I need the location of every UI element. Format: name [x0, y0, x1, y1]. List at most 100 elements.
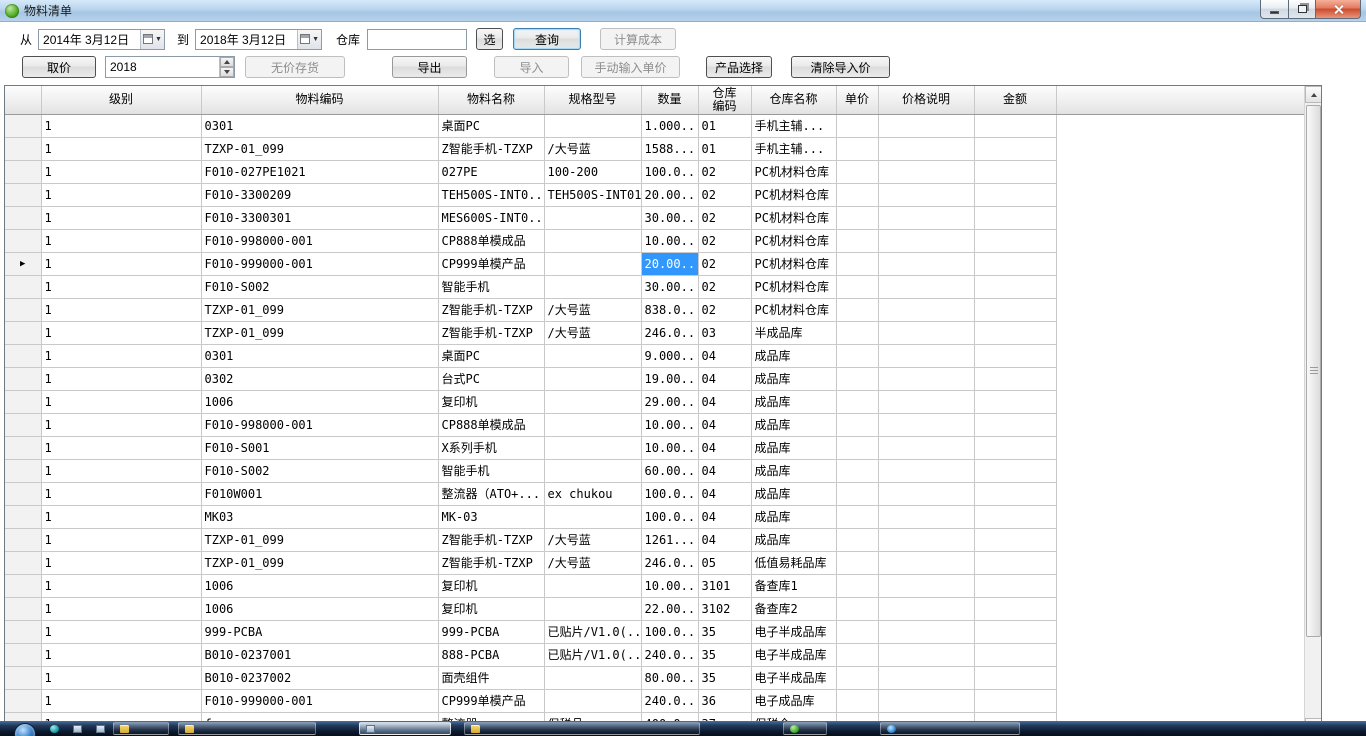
grid-cell[interactable]: PC机材料仓库: [751, 298, 836, 321]
grid-cell[interactable]: 0301: [201, 114, 438, 137]
row-indicator[interactable]: [5, 551, 41, 574]
calc-cost-button[interactable]: 计算成本: [600, 28, 676, 50]
grid-cell[interactable]: 35: [698, 643, 751, 666]
header-warehouse-code[interactable]: 仓库编码: [698, 86, 751, 114]
grid-cell[interactable]: 备查库2: [751, 597, 836, 620]
grid-cell[interactable]: [544, 666, 641, 689]
grid-cell[interactable]: 复印机: [438, 390, 544, 413]
taskbar-button-active[interactable]: [359, 722, 451, 735]
grid-cell[interactable]: [544, 505, 641, 528]
grid-cell[interactable]: [836, 275, 878, 298]
grid-cell[interactable]: [544, 413, 641, 436]
grid-cell[interactable]: [974, 482, 1056, 505]
taskbar-button[interactable]: [90, 722, 110, 735]
grid-cell[interactable]: 30.00...: [641, 275, 698, 298]
from-date-calendar-button[interactable]: ▼: [140, 30, 164, 49]
grid-cell[interactable]: 246.0...: [641, 551, 698, 574]
grid-cell[interactable]: 1: [41, 666, 201, 689]
taskbar-button[interactable]: [113, 722, 169, 735]
grid-cell[interactable]: [878, 367, 974, 390]
grid-cell[interactable]: 100.0...: [641, 160, 698, 183]
taskbar-button[interactable]: [783, 722, 827, 735]
row-indicator[interactable]: [5, 574, 41, 597]
row-indicator[interactable]: [5, 390, 41, 413]
grid-cell[interactable]: /大号蓝: [544, 528, 641, 551]
grid-cell[interactable]: 01: [698, 114, 751, 137]
row-indicator[interactable]: [5, 321, 41, 344]
pick-warehouse-button[interactable]: 选: [476, 28, 503, 50]
grid-cell[interactable]: 智能手机: [438, 275, 544, 298]
grid-cell[interactable]: [544, 206, 641, 229]
grid-cell[interactable]: 100-200: [544, 160, 641, 183]
grid-cell[interactable]: 整流器（ATO+...: [438, 482, 544, 505]
grid-cell[interactable]: 04: [698, 436, 751, 459]
row-indicator[interactable]: [5, 597, 41, 620]
grid-cell[interactable]: 电子成品库: [751, 689, 836, 712]
row-indicator[interactable]: [5, 367, 41, 390]
grid-cell[interactable]: 低值易耗品库: [751, 551, 836, 574]
grid-cell[interactable]: [836, 551, 878, 574]
row-indicator[interactable]: [5, 689, 41, 712]
grid-cell[interactable]: 成品库: [751, 413, 836, 436]
grid-cell[interactable]: [836, 505, 878, 528]
grid-cell[interactable]: [836, 436, 878, 459]
grid-cell[interactable]: F010-998000-001: [201, 413, 438, 436]
header-quantity[interactable]: 数量: [641, 86, 698, 114]
grid-cell[interactable]: [836, 528, 878, 551]
grid-cell[interactable]: 手机主辅...: [751, 114, 836, 137]
vertical-scrollbar[interactable]: [1304, 86, 1321, 735]
taskbar-button[interactable]: [44, 722, 64, 735]
grid-cell[interactable]: F010-3300301: [201, 206, 438, 229]
grid-cell[interactable]: 备查库1: [751, 574, 836, 597]
product-select-button[interactable]: 产品选择: [706, 56, 772, 78]
grid-cell[interactable]: [836, 482, 878, 505]
grid-cell[interactable]: [974, 390, 1056, 413]
grid-cell[interactable]: [878, 321, 974, 344]
grid-cell[interactable]: 台式PC: [438, 367, 544, 390]
grid-cell[interactable]: 1: [41, 436, 201, 459]
no-price-stock-button[interactable]: 无价存货: [245, 56, 345, 78]
scrollbar-thumb[interactable]: [1306, 105, 1321, 637]
grid-cell[interactable]: [836, 666, 878, 689]
grid-cell[interactable]: [878, 436, 974, 459]
grid-cell[interactable]: 成品库: [751, 505, 836, 528]
grid-cell[interactable]: 1006: [201, 390, 438, 413]
to-date-calendar-button[interactable]: ▼: [297, 30, 321, 49]
grid-cell[interactable]: [878, 620, 974, 643]
grid-cell[interactable]: 1: [41, 390, 201, 413]
taskbar-button[interactable]: [880, 722, 1020, 735]
grid-cell[interactable]: 04: [698, 390, 751, 413]
clear-import-price-button[interactable]: 清除导入价: [791, 56, 890, 78]
header-material-code[interactable]: 物料编码: [201, 86, 438, 114]
header-warehouse-name[interactable]: 仓库名称: [751, 86, 836, 114]
grid-cell[interactable]: [878, 114, 974, 137]
minimize-button[interactable]: [1260, 0, 1289, 19]
grid-cell[interactable]: 246.0...: [641, 321, 698, 344]
grid-cell[interactable]: 1: [41, 643, 201, 666]
grid-cell[interactable]: 已贴片/V1.0(...: [544, 620, 641, 643]
grid-cell[interactable]: 电子半成品库: [751, 643, 836, 666]
grid-cell[interactable]: [836, 689, 878, 712]
grid-cell[interactable]: 成品库: [751, 390, 836, 413]
grid-cell[interactable]: [836, 413, 878, 436]
grid-cell[interactable]: [836, 620, 878, 643]
taskbar-button[interactable]: [178, 722, 316, 735]
grid-cell[interactable]: 20.00...: [641, 183, 698, 206]
grid-cell[interactable]: 1588....: [641, 137, 698, 160]
grid-cell[interactable]: F010W001: [201, 482, 438, 505]
row-indicator[interactable]: [5, 298, 41, 321]
grid-cell[interactable]: [974, 229, 1056, 252]
grid-cell[interactable]: CP999单模产品: [438, 252, 544, 275]
grid-cell[interactable]: B010-0237002: [201, 666, 438, 689]
row-indicator[interactable]: [5, 459, 41, 482]
grid-cell[interactable]: 80.00...: [641, 666, 698, 689]
grid-cell[interactable]: 100.0...: [641, 482, 698, 505]
year-spinner[interactable]: 2018: [105, 56, 235, 78]
taskbar-button[interactable]: [67, 722, 87, 735]
grid-cell[interactable]: 成品库: [751, 367, 836, 390]
grid-cell[interactable]: 60.00...: [641, 459, 698, 482]
grid-cell[interactable]: 1: [41, 137, 201, 160]
grid-cell[interactable]: 36: [698, 689, 751, 712]
grid-cell[interactable]: [836, 298, 878, 321]
grid-cell[interactable]: 02: [698, 160, 751, 183]
